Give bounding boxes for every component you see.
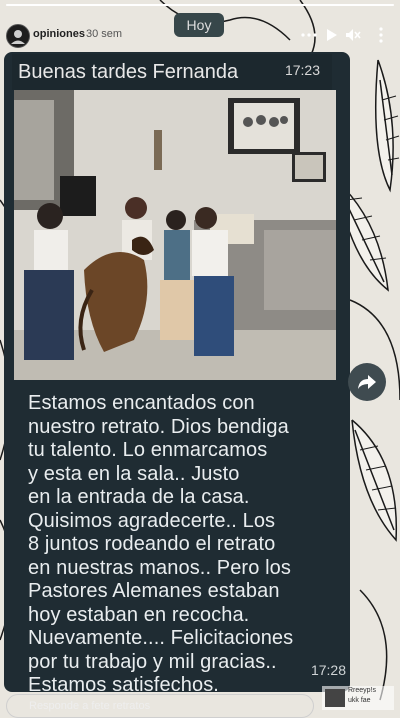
message-line: tu talento. Lo enmarcamos (28, 439, 268, 461)
message-line: en nuestras manos.. Pero los (28, 556, 291, 579)
message-text: Estamos encantados con nuestro retrato. D… (28, 392, 346, 698)
watermark-logo (325, 689, 345, 707)
story-header: opiniones 30 sem Hoy (0, 10, 400, 54)
date-chip: Hoy (174, 13, 224, 37)
mute-icon[interactable] (344, 26, 362, 44)
post-time: 30 sem (86, 28, 123, 40)
story-progress-fill (6, 4, 394, 6)
greeting-text: Buenas tardes Fernanda (18, 61, 239, 83)
message-line: Quisimos agradecerte.. Los (28, 509, 276, 532)
message-time: 17:28 (310, 662, 346, 678)
family-photo[interactable] (14, 90, 336, 380)
avatar[interactable] (6, 24, 30, 48)
message-line: y esta en la sala.. Justo (28, 462, 240, 485)
share-icon[interactable] (348, 363, 386, 401)
message-line: Pastores Alemanes estaban (28, 580, 280, 602)
play-icon[interactable] (323, 26, 341, 44)
message-line: en la entrada de la casa. (28, 486, 250, 508)
message-line: 8 juntos rodeando el retrato (28, 533, 276, 555)
story-progress-bar (6, 4, 394, 6)
chat-message-bubble: Buenas tardes Fernanda 17:23 Estamos enc… (4, 52, 350, 696)
greeting-time: 17:23 (284, 62, 320, 78)
more-icon[interactable] (300, 26, 318, 44)
avatar-image (7, 25, 29, 47)
watermark-line1: Rreeyp!s (348, 687, 377, 694)
watermark-line2: ukk fae (348, 697, 371, 704)
message-line: por tu trabajo y mil gracias.. (28, 650, 277, 673)
message-line: nuestro retrato. Dios bendiga (28, 415, 289, 438)
message-line: Nuevamente.... Felicitaciones (28, 627, 294, 649)
message-line: hoy estaban en recocha. (28, 603, 250, 626)
watermark-badge: Rreeyp!s ukk fae (322, 686, 394, 710)
message-line: Estamos encantados con (28, 392, 255, 414)
more-vertical-icon[interactable] (372, 26, 390, 44)
reply-input[interactable]: Responde a fete retratos (6, 694, 314, 718)
username[interactable]: opiniones (33, 28, 85, 40)
